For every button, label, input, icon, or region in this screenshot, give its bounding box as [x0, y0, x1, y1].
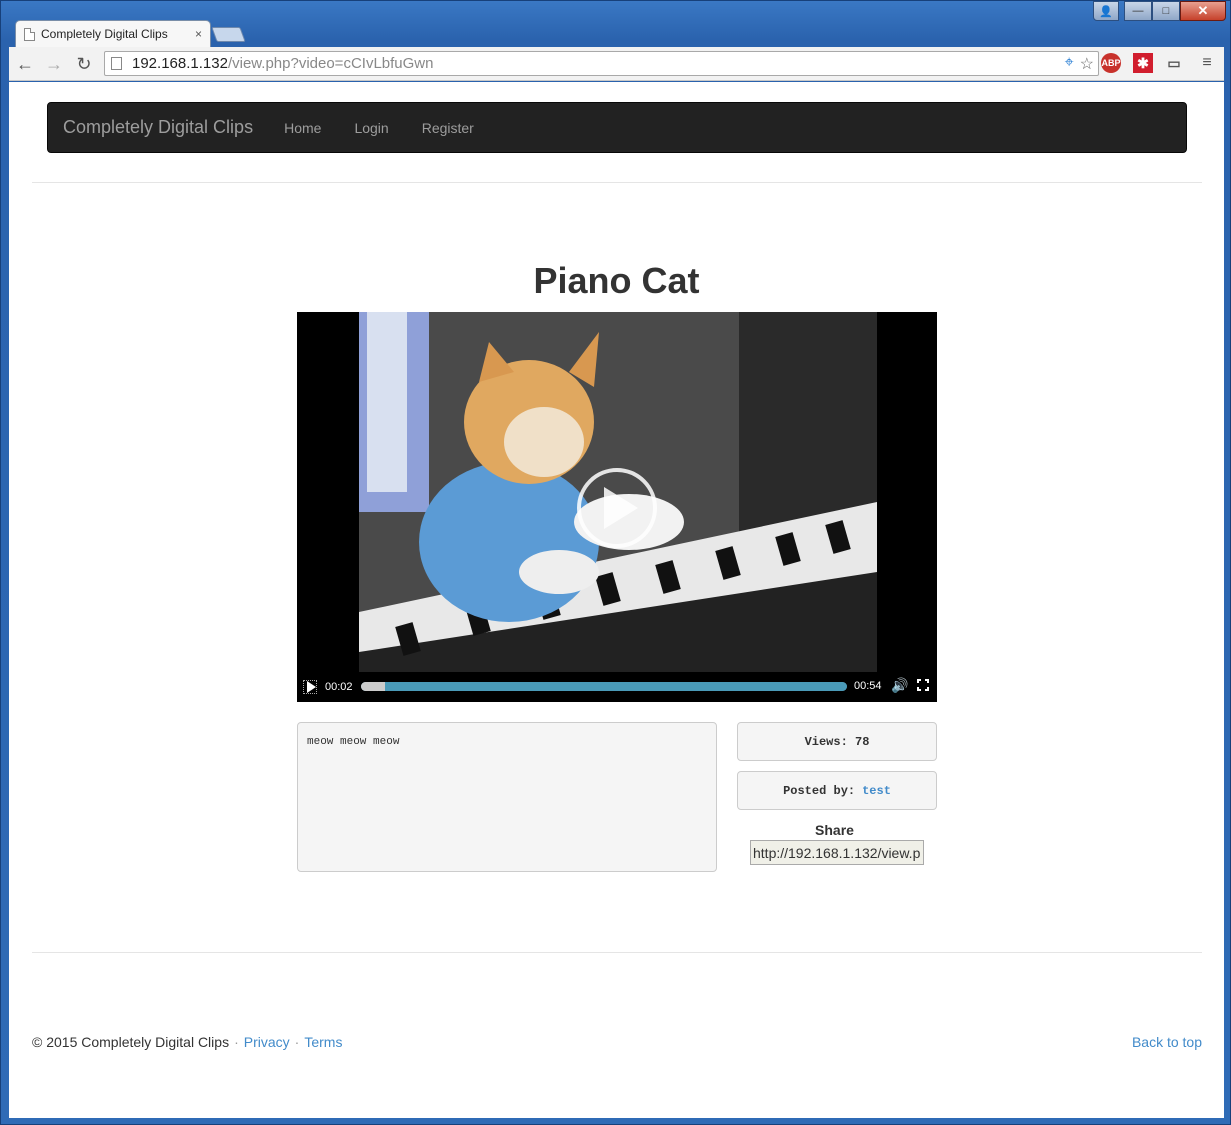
divider — [32, 952, 1202, 953]
progress-played — [361, 682, 386, 691]
user-profile-icon[interactable]: 👤 — [1093, 1, 1119, 21]
current-time: 00:02 — [325, 681, 353, 693]
volume-icon[interactable]: 🔊 — [891, 677, 908, 694]
crosshair-extension-icon[interactable]: ⌖ — [1065, 54, 1074, 74]
close-window-button[interactable]: ✕ — [1180, 1, 1226, 21]
browser-window: Completely Digital Clips × 👤 — □ ✕ ← → ↻… — [0, 0, 1231, 1125]
fullscreen-icon[interactable] — [916, 678, 930, 692]
video-controls: 00:02 00:54 🔊 — [297, 672, 937, 702]
views-box: Views: 78 — [737, 722, 937, 761]
tab-title: Completely Digital Clips — [41, 27, 168, 41]
share-label: Share — [815, 822, 854, 838]
url-path: /view.php?video=cCIvLbfuGwn — [227, 55, 434, 72]
menu-icon[interactable]: ≡ — [1197, 53, 1217, 73]
copyright: © 2015 Completely Digital Clips — [32, 1034, 230, 1050]
bookmark-star-icon[interactable]: ☆ — [1080, 54, 1094, 74]
terms-link[interactable]: Terms — [304, 1034, 342, 1050]
video-title: Piano Cat — [533, 260, 700, 301]
tab-close-icon[interactable]: × — [195, 27, 202, 41]
page-info-icon[interactable] — [111, 57, 122, 70]
nav-link-login[interactable]: Login — [354, 120, 388, 136]
browser-tab[interactable]: Completely Digital Clips × — [15, 20, 211, 47]
duration: 00:54 — [854, 680, 882, 692]
share-url-input[interactable] — [750, 840, 924, 865]
video-player[interactable]: 00:02 00:54 🔊 — [297, 312, 937, 702]
views-label: Views: — [804, 734, 848, 749]
nav-link-home[interactable]: Home — [284, 120, 321, 136]
play-pause-button[interactable] — [303, 680, 317, 694]
footer-separator: · — [294, 1034, 300, 1050]
nav-link-register[interactable]: Register — [422, 120, 474, 136]
minimize-button[interactable]: — — [1124, 1, 1152, 21]
back-arrow-icon[interactable]: ← — [13, 52, 37, 76]
posted-by-user-link[interactable]: test — [862, 784, 891, 798]
cast-icon[interactable]: ▭ — [1164, 53, 1184, 73]
posted-by-label: Posted by: — [783, 783, 856, 798]
play-icon — [604, 487, 638, 529]
divider — [32, 182, 1202, 183]
address-bar[interactable]: 192.168.1.132/view.php?video=cCIvLbfuGwn… — [104, 51, 1099, 76]
footer: © 2015 Completely Digital Clips · Privac… — [32, 1034, 1202, 1050]
progress-buffered — [361, 682, 847, 691]
page-icon — [24, 27, 35, 41]
browser-toolbar: ← → ↻ 192.168.1.132/view.php?video=cCIvL… — [9, 47, 1224, 81]
views-count: 78 — [855, 734, 870, 749]
page-viewport: Completely Digital Clips Home Login Regi… — [9, 82, 1224, 1118]
footer-separator: · — [234, 1034, 239, 1050]
privacy-link[interactable]: Privacy — [244, 1034, 290, 1050]
new-tab-button[interactable] — [211, 27, 246, 42]
progress-track[interactable] — [361, 682, 847, 691]
big-play-button[interactable] — [577, 468, 657, 548]
maximize-button[interactable]: □ — [1152, 1, 1180, 21]
reload-icon[interactable]: ↻ — [72, 52, 96, 76]
tab-strip: Completely Digital Clips × 👤 — □ ✕ — [1, 1, 1231, 47]
adblock-icon[interactable]: ABP — [1101, 53, 1121, 73]
video-description: meow meow meow — [297, 722, 717, 872]
navbar-brand[interactable]: Completely Digital Clips — [63, 117, 253, 138]
posted-by-box: Posted by: test — [737, 771, 937, 810]
asterisk-extension-icon[interactable]: ✱ — [1133, 53, 1153, 73]
back-to-top-link[interactable]: Back to top — [1132, 1034, 1202, 1050]
site-navbar: Completely Digital Clips Home Login Regi… — [47, 102, 1187, 153]
url-host: 192.168.1.132 — [132, 55, 228, 72]
forward-arrow-icon[interactable]: → — [42, 52, 66, 76]
